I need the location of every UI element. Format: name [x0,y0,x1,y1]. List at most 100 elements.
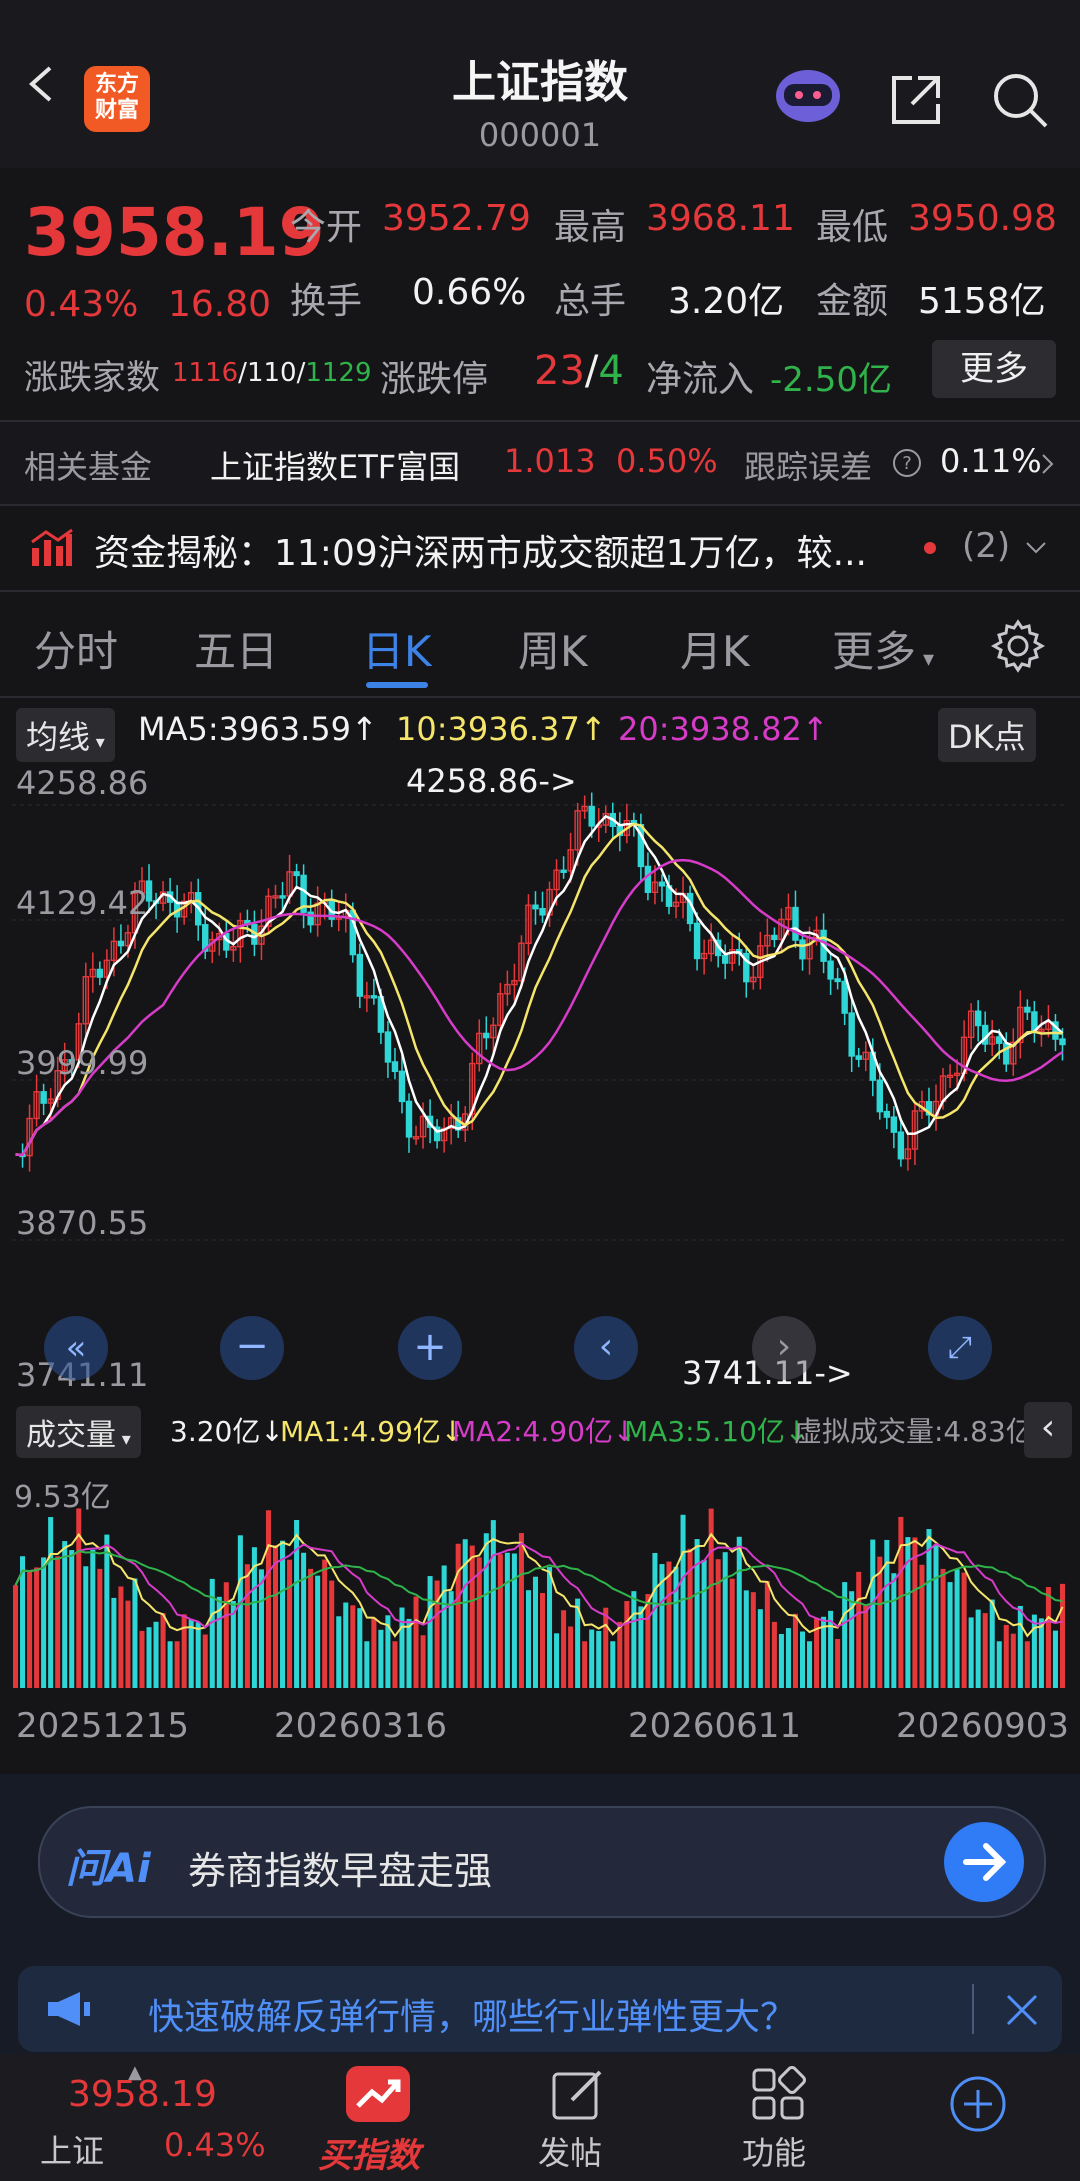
volume-bar [947,1582,953,1688]
volume-bar [427,1576,433,1688]
volume-bar [146,1627,152,1688]
volume-bar [483,1533,489,1688]
candle-body [483,1032,490,1039]
tab-more[interactable]: 更多 ▾ [832,618,934,679]
tab-monthly-k[interactable]: 月K [680,618,750,679]
ma-selector[interactable]: 均线 ▾ [16,708,115,762]
tab-five-day[interactable]: 五日 [194,618,278,679]
trend-up-icon [346,2066,410,2122]
low-label: 最低 [816,207,889,248]
volume-bar [785,1628,791,1688]
ai-prompt: 券商指数早盘走强 [188,1849,493,1893]
volume-selector[interactable]: 成交量 ▾ [16,1406,141,1458]
nav-index-name[interactable]: 上证 [40,2126,104,2172]
netflow-value: -2.50亿 [770,360,892,400]
chevron-down-icon[interactable] [1024,540,1048,556]
volume-bar [392,1641,398,1688]
change-value: 16.80 [168,284,272,325]
close-icon[interactable] [1004,1992,1040,2028]
nav-buy-index[interactable]: 买指数 [318,2128,420,2177]
volume-bar [13,1585,19,1688]
nav-index-price[interactable]: 3958.19 [68,2074,217,2115]
nav-function[interactable]: 功能 [742,2128,806,2174]
volume-bar [912,1537,918,1688]
scroll-left-button[interactable]: ‹ [574,1316,638,1380]
zoom-in-button[interactable]: + [398,1316,462,1380]
settings-gear-icon[interactable] [990,618,1046,674]
breadth-values: 1116/110/1129 [172,358,372,388]
volume-bar [631,1591,637,1688]
candle-body [117,940,125,947]
open-label: 今开 [290,207,363,248]
candle-body [693,922,701,960]
scroll-start-button[interactable]: « [44,1316,108,1380]
divider [0,590,1080,592]
tab-daily-k[interactable]: 日K [362,618,432,679]
robot-assistant-icon[interactable] [772,62,844,126]
share-icon[interactable] [886,70,946,130]
megaphone-icon [48,1992,90,2026]
collapse-legend-button[interactable]: ‹ [1024,1402,1072,1458]
chart-bars-icon [31,528,73,566]
add-icon[interactable] [948,2074,1008,2134]
tab-weekly-k[interactable]: 周K [518,618,588,679]
volume-bar [807,1641,813,1688]
candle-body [384,1031,392,1063]
volume-bar [982,1613,988,1688]
volume-bar [111,1597,117,1688]
open-value: 3952.79 [382,198,531,239]
more-button[interactable]: 更多 [932,340,1056,398]
volume-bar [244,1564,250,1688]
nav-post[interactable]: 发帖 [538,2128,602,2174]
volume-bar [532,1576,538,1688]
volume-bar [336,1616,342,1688]
volume-bar [153,1621,159,1688]
volume-chart[interactable] [12,1460,1066,1688]
volume-bar [132,1578,138,1688]
volume-bar [139,1630,145,1688]
help-icon[interactable]: ? [892,448,922,478]
volume-bar [540,1593,546,1688]
ai-send-button[interactable] [944,1822,1024,1902]
divider [0,696,1080,698]
volume-bar [764,1580,770,1688]
volume-bar [603,1607,609,1688]
candle-body [644,865,652,894]
news-count: (2) [962,526,1011,566]
candlestick-chart[interactable] [12,760,1066,1396]
volume-bar [701,1559,707,1688]
volume-bar [83,1566,89,1688]
header: 东方 财富 上证指数 000001 [0,0,1080,168]
fullscreen-icon[interactable]: ⤢ [928,1316,992,1380]
volume-bar [497,1554,503,1688]
dk-points-button[interactable]: DK点 [938,708,1036,762]
volume-bar [223,1582,229,1688]
volume-bar [104,1534,110,1688]
promo-banner[interactable]: 快速破解反弹行情，哪些行业弹性更大？ [18,1966,1062,2052]
fund-price: 1.013 [504,442,596,480]
ai-search-bar[interactable]: 问Ai 券商指数早盘走强 [38,1806,1046,1918]
limit-label: 涨跌停 [380,359,489,400]
volume-bar [736,1536,742,1688]
volume-bar [1003,1624,1009,1688]
scroll-right-button[interactable]: › [752,1316,816,1380]
volume-bar [41,1557,47,1688]
volume-ma1: MA1:4.99亿↓ [280,1415,465,1448]
volume-bar [961,1572,967,1688]
volume-bar [870,1539,876,1688]
candle-body [40,1091,47,1104]
volume-bar [280,1540,286,1688]
price-axis-label: 4129.42 [16,884,149,922]
nav-index-pct[interactable]: 0.43% [164,2126,266,2164]
candle-body [405,1100,413,1138]
news-ticker[interactable]: 资金揭秘：11:09沪深两市成交额超1万亿，较... (2) [0,506,1080,588]
volume-bar [125,1600,131,1688]
volume-bar [420,1635,426,1688]
search-icon[interactable] [988,68,1052,132]
zoom-out-button[interactable]: − [220,1316,284,1380]
high-value: 3968.11 [646,198,795,239]
volume-ma2: MA2:4.90亿↓ [452,1415,637,1448]
related-fund-row[interactable]: 相关基金 上证指数ETF富国 1.013 0.50% 跟踪误差 ? 0.11% [0,422,1080,504]
volume-bar [722,1552,728,1688]
tab-intraday[interactable]: 分时 [34,618,118,679]
